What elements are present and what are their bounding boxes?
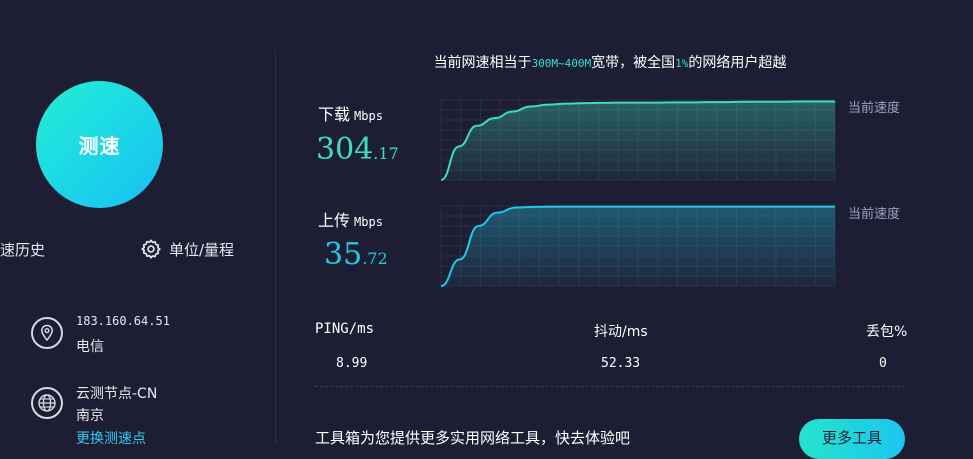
- download-unit: Mbps: [354, 109, 383, 123]
- unit-range-label: 单位/量程: [169, 240, 235, 259]
- upload-speed-value: 35.72: [324, 237, 388, 272]
- more-tools-button[interactable]: 更多工具: [799, 419, 905, 459]
- toolbox-promo-text: 工具箱为您提供更多实用网络工具，快去体验吧: [315, 429, 631, 447]
- upload-unit: Mbps: [354, 215, 383, 229]
- node-city: 南京: [76, 408, 104, 424]
- change-node-link[interactable]: 更换测速点: [76, 428, 146, 448]
- start-speed-test-button[interactable]: 测速: [36, 81, 163, 208]
- ping-value: 8.99: [336, 356, 368, 371]
- upload-label: 上传 Mbps: [318, 207, 383, 231]
- download-dec: .17: [373, 144, 399, 163]
- isp-name: 电信: [76, 339, 104, 355]
- summary-percent: 1%: [675, 57, 689, 70]
- upload-int: 35: [324, 237, 363, 272]
- gear-icon: [140, 238, 162, 260]
- summary-suffix: 的网络用户超越: [688, 55, 787, 71]
- ping-header: PING/ms: [315, 321, 375, 337]
- upload-series-area: [441, 206, 835, 286]
- download-label-text: 下载: [318, 105, 351, 124]
- panel-divider: [275, 50, 276, 444]
- summary-range: 300M~400M: [531, 57, 592, 70]
- upload-speed-chart: [440, 205, 836, 287]
- speed-summary: 当前网速相当于300M~400M宽带，被全国1%的网络用户超越: [315, 52, 905, 72]
- stats-divider: [315, 386, 905, 387]
- summary-mid: 宽带，被全国: [591, 55, 676, 71]
- packet-loss-header: 丢包%: [866, 324, 908, 340]
- node-name: 云测节点-CN: [76, 386, 158, 402]
- download-current-label: 当前速度: [848, 101, 901, 116]
- download-speed-value: 304.17: [316, 132, 399, 167]
- jitter-value: 52.33: [601, 356, 641, 371]
- unit-range-settings-button[interactable]: 单位/量程: [140, 238, 234, 260]
- speed-history-link[interactable]: 测速历史: [0, 239, 45, 260]
- location-pin-icon: [31, 317, 63, 349]
- download-int: 304: [316, 132, 374, 167]
- jitter-header: 抖动/ms: [594, 324, 648, 340]
- download-speed-chart: [440, 99, 836, 181]
- upload-label-text: 上传: [318, 211, 351, 230]
- upload-current-label: 当前速度: [848, 207, 901, 222]
- download-label: 下载 Mbps: [318, 101, 383, 125]
- upload-dec: .72: [362, 249, 388, 268]
- globe-icon: [31, 387, 63, 419]
- packet-loss-value: 0: [879, 356, 887, 371]
- ip-address: 183.160.64.51: [76, 314, 170, 328]
- summary-prefix: 当前网速相当于: [433, 55, 532, 71]
